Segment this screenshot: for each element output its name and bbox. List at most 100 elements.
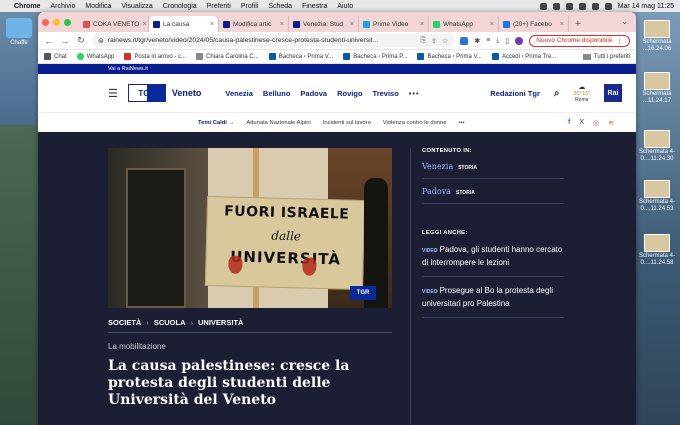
share-icon[interactable]: ⇪	[431, 37, 437, 45]
tab-la-causa[interactable]: La causa ×	[149, 16, 219, 32]
content-item-padova[interactable]: Padova STORIA	[422, 179, 564, 204]
menu-archivio[interactable]: Archivio	[50, 3, 75, 10]
close-tab-icon[interactable]: ×	[350, 21, 354, 28]
image-tgr-watermark: TGR	[350, 286, 376, 300]
status-icon[interactable]	[539, 2, 547, 10]
wifi-icon[interactable]	[565, 2, 573, 10]
desktop-screenshot[interactable]: Schermata 4-0....11.24.53	[638, 180, 676, 213]
facebook-icon[interactable]: f	[568, 119, 570, 127]
tab-prime-video[interactable]: Prime Video ×	[359, 16, 429, 32]
menu-aiuto[interactable]: Aiuto	[337, 3, 353, 10]
search-icon[interactable]: ⌕	[554, 88, 560, 99]
article-image[interactable]: FUORI ISRAELE dalle UNIVERSITÀ TGR	[108, 148, 392, 308]
bookmark-star-icon[interactable]: ☆	[442, 37, 448, 45]
bookmark-whatsapp[interactable]: WhatsApp	[76, 53, 114, 60]
desktop-folder[interactable]: Chaffe	[4, 18, 34, 46]
profile-avatar[interactable]	[515, 36, 524, 45]
close-tab-icon[interactable]: ×	[490, 21, 494, 28]
search-icon[interactable]	[591, 2, 599, 10]
desktop-screenshot[interactable]: Schermata ...16.24.06	[638, 20, 676, 53]
extension-icon[interactable]	[460, 36, 469, 45]
extensions-puzzle-icon[interactable]: ✱	[474, 37, 480, 45]
tab-modifica-articolo[interactable]: Modifica artic ×	[219, 16, 289, 32]
menu-preferiti[interactable]: Preferiti	[207, 3, 231, 10]
reload-icon[interactable]: ↻	[76, 35, 86, 46]
bookmark-bacheca-1[interactable]: Bacheca ‹ Prima V...	[268, 53, 333, 60]
breadcrumb-scuola[interactable]: SCUOLA	[154, 318, 186, 327]
tab-search-icon[interactable]: ⌄	[621, 17, 628, 26]
rss-icon[interactable]: ≋	[608, 119, 614, 127]
nav-padova[interactable]: Padova	[300, 89, 327, 98]
all-bookmarks[interactable]: Tutti i preferiti	[582, 53, 630, 60]
site-info-icon[interactable]: ⊜	[98, 37, 104, 45]
nav-belluno[interactable]: Belluno	[263, 89, 291, 98]
menubar-clock[interactable]: Mar 14 mag 11:25	[618, 3, 674, 10]
new-tab-button[interactable]: +	[575, 16, 581, 32]
wallpaper-mountain	[0, 125, 40, 425]
desktop-screenshot[interactable]: Schermata ...11.24.17	[638, 72, 676, 105]
x-icon[interactable]: X	[579, 119, 584, 127]
download-icon[interactable]: ⤓	[496, 37, 499, 45]
breadcrumb-societa[interactable]: SOCIETÀ	[108, 318, 141, 327]
tab-coka-veneto[interactable]: COKA VENETO ×	[79, 16, 149, 32]
close-tab-icon[interactable]: ×	[420, 21, 424, 28]
topic-incidenti[interactable]: Incidenti sul lavoro	[323, 120, 371, 126]
control-center-icon[interactable]	[604, 2, 612, 10]
related-news-item[interactable]: VIDEO Prosegue al Bo la protesta degli un…	[422, 277, 564, 318]
bookmark-accedi[interactable]: Accedi ‹ Prima Tre...	[491, 53, 556, 60]
bookmark-gmail[interactable]: Posta in arrivo - c...	[124, 53, 186, 60]
bookmark-chat[interactable]: Chat	[44, 53, 67, 60]
nav-more[interactable]: •••	[409, 89, 420, 98]
topic-violenza[interactable]: Violenza contro le donne	[383, 120, 447, 126]
bookmark-bacheca-2[interactable]: Bacheca ‹ Prima P...	[343, 53, 407, 60]
update-chrome-button[interactable]: Nuovo Chrome disponibile ⋮	[529, 34, 630, 47]
side-panel-icon[interactable]: ▯	[505, 37, 509, 45]
topic-alpini[interactable]: Adunata Nazionale Alpini	[246, 120, 310, 126]
desktop-screenshot[interactable]: Schermata 4-0....11.24.30	[638, 130, 676, 163]
menu-app[interactable]: Chrome	[14, 3, 40, 10]
close-tab-icon[interactable]: ×	[560, 21, 564, 28]
rai-logo[interactable]: Rai	[604, 84, 622, 102]
minimize-window-button[interactable]	[53, 18, 60, 26]
battery-icon[interactable]	[578, 2, 586, 10]
nav-venezia[interactable]: Venezia	[225, 89, 253, 98]
maximize-window-button[interactable]	[64, 18, 71, 26]
desktop-screenshot[interactable]: Schermata 4-0....11.24.58	[638, 234, 676, 267]
topics-more[interactable]: •••	[459, 120, 465, 126]
install-icon[interactable]: ⎘	[421, 37, 427, 45]
rainews-link[interactable]: Vai a RaiNews.it	[108, 66, 148, 72]
tab-whatsapp[interactable]: WhatsApp ×	[429, 16, 499, 32]
forward-icon[interactable]: →	[60, 36, 70, 46]
breadcrumb-universita[interactable]: UNIVERSITÀ	[198, 318, 243, 327]
instagram-icon[interactable]: ◎	[593, 119, 599, 127]
tab-facebook[interactable]: (20+) Facebo ×	[499, 16, 569, 32]
bookmark-chiara[interactable]: Chiara Carolina C...	[196, 53, 259, 60]
content-item-venezia[interactable]: Venezia STORIA	[422, 154, 564, 179]
menu-scheda[interactable]: Scheda	[268, 3, 292, 10]
menu-finestra[interactable]: Finestra	[302, 3, 327, 10]
redazioni-link[interactable]: Redazioni Tgr	[490, 89, 540, 98]
menu-cronologia[interactable]: Cronologia	[163, 3, 197, 10]
menu-visualizza[interactable]: Visualizza	[121, 3, 152, 10]
weather-widget[interactable]: ☁ 26° 15° Roma	[573, 83, 590, 103]
topics-lead[interactable]: Temi Caldi →	[198, 120, 234, 126]
nav-rovigo[interactable]: Rovigo	[337, 89, 362, 98]
menu-modifica[interactable]: Modifica	[85, 3, 111, 10]
article-headline: La causa palestinese: cresce la protesta…	[108, 358, 350, 408]
all-bookmarks-label: Tutti i preferiti	[593, 53, 630, 60]
tgr-logo[interactable]: TGR Veneto	[127, 84, 201, 102]
tab-venezia-studenti[interactable]: Venezia: Stud ×	[289, 16, 359, 32]
hamburger-menu-icon[interactable]: ☰	[108, 87, 118, 100]
close-window-button[interactable]	[42, 18, 49, 26]
back-icon[interactable]: ←	[44, 36, 54, 46]
bookmark-bacheca-3[interactable]: Bacheca ‹ Prima V...	[417, 53, 482, 60]
close-tab-icon[interactable]: ×	[280, 21, 284, 28]
related-news-item[interactable]: VIDEO Padova, gli studenti hanno cercato …	[422, 236, 564, 277]
reading-list-icon[interactable]: ≡	[486, 37, 490, 44]
url-field[interactable]: ⊜ rainews.it/tgr/veneto/video/2024/05/ca…	[92, 34, 455, 47]
menu-profili[interactable]: Profili	[241, 3, 259, 10]
status-icon[interactable]	[552, 2, 560, 10]
close-tab-icon[interactable]: ×	[210, 21, 214, 28]
close-tab-icon[interactable]: ×	[142, 21, 146, 28]
nav-treviso[interactable]: Treviso	[373, 89, 399, 98]
